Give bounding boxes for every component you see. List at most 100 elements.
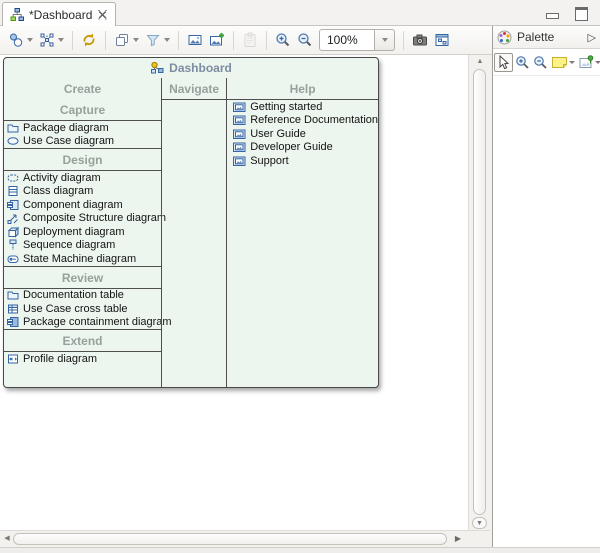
toolbar-separator [105,31,106,50]
dashboard-item-composite-structure-diagram[interactable]: Composite Structure diagram [4,212,161,226]
navigate-column-title: Navigate [162,78,226,99]
help-document-icon [233,128,246,140]
help-item-developer-guide[interactable]: Developer Guide [227,141,378,155]
profile-diagram-icon [7,353,19,365]
dashboard-icon [150,61,164,75]
dashboard-item-use-case-cross-table[interactable]: Use Case cross table [4,302,161,316]
zoom-out-button[interactable] [294,28,316,52]
scroll-down-icon[interactable]: ▼ [472,517,487,529]
select-tool-button[interactable] [494,53,513,72]
layout-graph-icon [39,32,55,48]
dashboard-item-package-diagram[interactable]: Package diagram [4,121,161,135]
palette-tools [493,49,600,76]
diagram-properties-button[interactable] [431,28,453,52]
filter-button[interactable] [142,28,173,52]
tab-label: *Dashboard [29,8,92,22]
save-image-button[interactable] [184,28,206,52]
diagram-window-icon [434,32,450,48]
dropdown-arrow-icon [595,61,600,64]
sequence-diagram-icon [7,239,19,251]
create-column-title: Create [4,78,161,99]
help-document-icon [233,141,246,153]
window-bottom-trim [0,547,600,553]
horizontal-scrollbar[interactable]: ◀ ▶ [0,530,490,547]
toolbar-separator [266,31,267,50]
dashboard-item-package-containment-diagram[interactable]: Package containment diagram [4,316,161,330]
help-item-support[interactable]: Support [227,154,378,168]
palette-pin-arrow-icon[interactable]: ▷ [588,31,596,44]
dashboard-item-activity-diagram[interactable]: Activity diagram [4,171,161,185]
zoom-level-value[interactable]: 100% [319,29,375,51]
maximize-view-icon[interactable] [575,7,588,21]
help-column-title: Help [227,78,378,99]
toolbar-separator [72,31,73,50]
sync-arrows-icon [81,32,97,48]
snapshot-button[interactable] [409,28,431,52]
dropdown-arrow-icon [27,38,33,42]
section-divider [162,99,226,100]
dashboard-item-use-case-diagram[interactable]: Use Case diagram [4,135,161,149]
zoom-in-icon [275,32,291,48]
zoom-level-dropdown-button[interactable] [375,29,395,51]
scroll-left-icon[interactable]: ◀ [2,533,12,545]
show-related-elements-button[interactable] [5,28,36,52]
help-item-reference-documentation[interactable]: Reference Documentation [227,114,378,128]
dashboard-item-profile-diagram[interactable]: Profile diagram [4,352,161,366]
dashboard-column-create: Create Capture Package diagram Use Case … [4,78,161,387]
tab-close-icon[interactable] [97,9,108,20]
composite-structure-diagram-icon [7,212,19,224]
component-diagram-icon [7,199,19,211]
class-diagram-icon [7,185,19,197]
dropdown-arrow-icon [382,38,388,42]
activity-diagram-icon [7,172,19,184]
review-section-title: Review [4,267,161,288]
copy-appearance-button[interactable] [111,28,142,52]
select-cursor-icon [497,55,510,70]
image-add-icon [209,32,225,48]
zoom-out-icon [297,32,313,48]
toolbar-separator [178,31,179,50]
layout-button[interactable] [36,28,67,52]
note-tool-button[interactable] [550,54,576,70]
palette-zoom-out-button[interactable] [532,54,549,71]
diagram-canvas[interactable]: Dashboard Create Capture Package diagram… [0,55,468,530]
horizontal-scrollbar-thumb[interactable] [13,533,447,545]
vertical-scrollbar-thumb[interactable] [473,69,486,515]
design-section-title: Design [4,149,161,170]
scroll-up-icon[interactable]: ▲ [469,56,491,68]
zoom-in-button[interactable] [272,28,294,52]
scroll-right-icon[interactable]: ▶ [452,533,464,545]
dashboard-column-help: Help Getting started Reference Documenta… [227,78,378,387]
help-item-getting-started[interactable]: Getting started [227,100,378,114]
documentation-table-icon [7,289,19,301]
vertical-scrollbar[interactable]: ▲ ▼ [468,55,490,530]
dashboard-item-documentation-table[interactable]: Documentation table [4,289,161,303]
palette-header[interactable]: Palette ▷ [493,26,600,49]
package-containment-diagram-icon [7,316,19,328]
add-image-button[interactable] [206,28,228,52]
dashboard-item-sequence-diagram[interactable]: Sequence diagram [4,239,161,253]
dashboard-tab-icon [10,8,24,21]
image-icon [187,32,203,48]
note-icon [551,55,568,69]
tab-dashboard[interactable]: *Dashboard [2,2,116,26]
camera-icon [412,32,428,48]
related-elements-icon [8,32,24,48]
help-document-icon [233,101,246,113]
application-window: *Dashboard [0,0,600,553]
dashboard-item-component-diagram[interactable]: Component diagram [4,198,161,212]
minimize-view-icon[interactable] [546,13,559,19]
help-item-user-guide[interactable]: User Guide [227,127,378,141]
synchronize-button[interactable] [78,28,100,52]
state-machine-diagram-icon [7,253,19,265]
capture-section-title: Capture [4,99,161,120]
dashboard-item-deployment-diagram[interactable]: Deployment diagram [4,225,161,239]
toolbar-separator [403,31,404,50]
dashboard-item-class-diagram[interactable]: Class diagram [4,185,161,199]
dashboard-columns: Create Capture Package diagram Use Case … [4,78,378,387]
extend-section-title: Extend [4,330,161,351]
copy-icon [114,32,130,48]
dashboard-item-state-machine-diagram[interactable]: State Machine diagram [4,252,161,266]
attached-image-tool-button[interactable] [577,53,600,71]
palette-zoom-in-button[interactable] [514,54,531,71]
